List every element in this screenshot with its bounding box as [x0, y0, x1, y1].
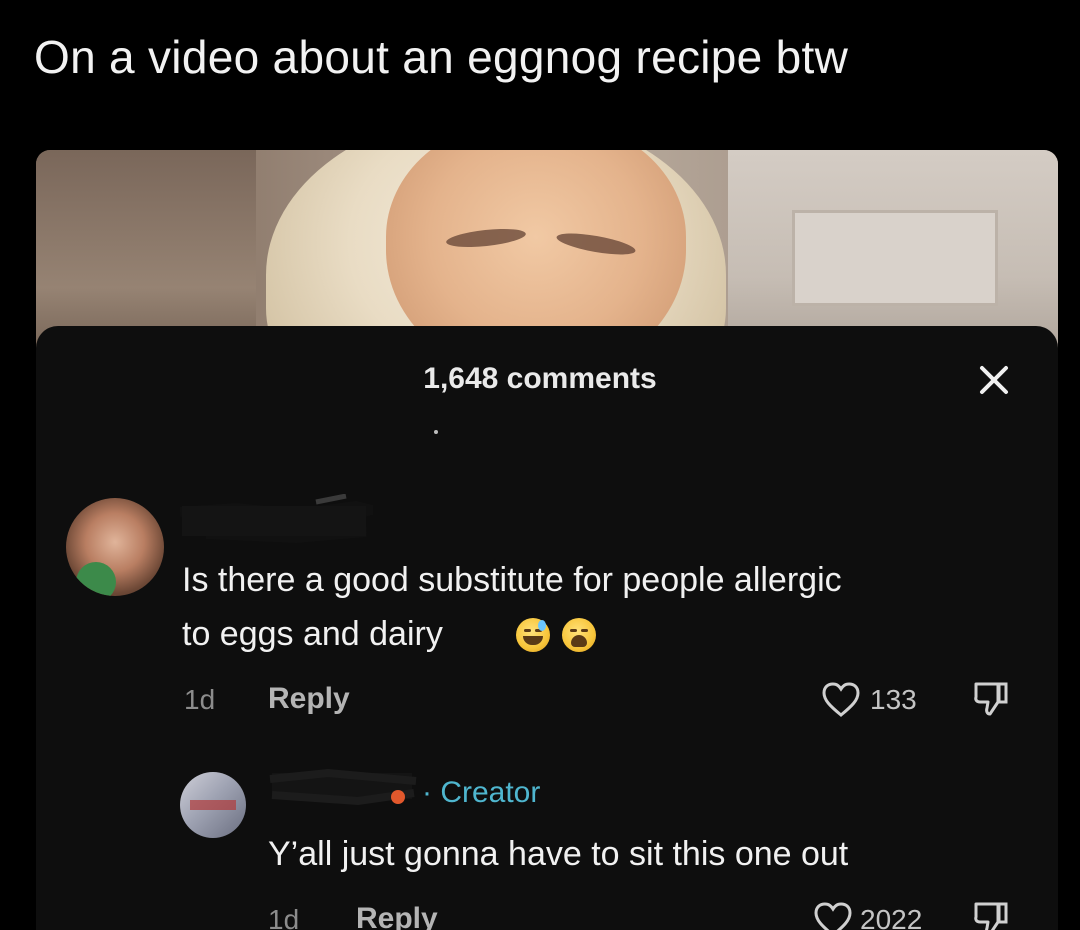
reply-button[interactable]: Reply — [268, 682, 350, 716]
separator-dot — [434, 430, 438, 434]
like-count: 2022 — [860, 904, 923, 930]
reply-text: Y’all just gonna have to sit this one ou… — [268, 835, 849, 873]
reply-button[interactable]: Reply — [356, 902, 438, 930]
caption-text: On a video about an eggnog recipe btw — [34, 31, 849, 83]
like-count: 133 — [870, 684, 917, 715]
comment-text: to eggs and dairy — [182, 615, 443, 653]
person-eye — [445, 225, 527, 251]
creator-badge: · Creator — [422, 776, 541, 809]
screenshot: On a video about an eggnog recipe btw 1,… — [0, 0, 1080, 930]
weary-emoji — [562, 618, 596, 652]
background-shelf — [792, 210, 998, 306]
avatar[interactable] — [180, 772, 246, 838]
sweat-smile-emoji — [516, 618, 550, 652]
person-eye — [555, 229, 637, 259]
dislike-icon[interactable] — [968, 676, 1014, 722]
redacted-username — [269, 768, 417, 806]
comment-count: 1,648 comments — [423, 362, 657, 395]
redacted-username — [179, 494, 374, 544]
comment-text: Is there a good substitute for people al… — [182, 561, 842, 599]
heart-icon[interactable] — [820, 680, 862, 720]
avatar[interactable] — [66, 498, 164, 596]
avatar-shirt — [76, 562, 116, 596]
comment-age: 1d — [184, 684, 216, 715]
dislike-icon[interactable] — [968, 896, 1014, 930]
avatar-detail — [190, 800, 236, 810]
heart-icon[interactable] — [812, 900, 854, 930]
comment-age: 1d — [268, 904, 300, 930]
close-icon[interactable] — [974, 360, 1014, 400]
